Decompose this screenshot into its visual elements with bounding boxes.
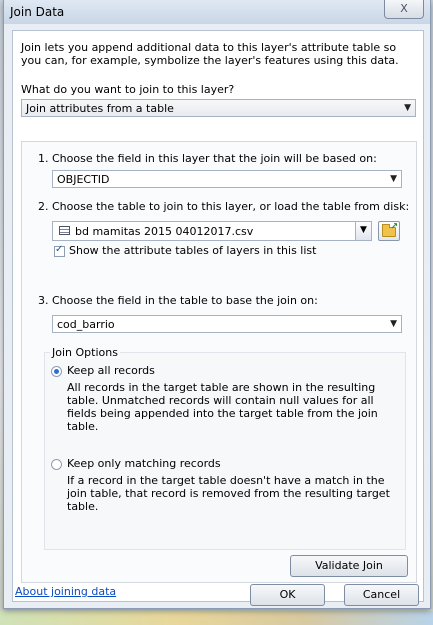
join-type-dropdown[interactable]: Join attributes from a table ▼ bbox=[21, 99, 416, 117]
chevron-down-icon: ▼ bbox=[390, 319, 397, 329]
intro-text: Join lets you append additional data to … bbox=[21, 41, 399, 67]
dialog-title: Join Data bbox=[10, 5, 65, 19]
show-tables-label: Show the attribute tables of layers in t… bbox=[69, 244, 317, 257]
join-type-value: Join attributes from a table bbox=[26, 102, 174, 115]
step1-label: 1. Choose the field in this layer that t… bbox=[38, 152, 377, 165]
layer-field-dropdown[interactable]: OBJECTID ▼ bbox=[52, 170, 402, 188]
keep-matching-radio[interactable] bbox=[51, 459, 62, 470]
keep-matching-description: If a record in the target table doesn't … bbox=[67, 474, 390, 513]
join-question-label: What do you want to join to this layer? bbox=[21, 83, 235, 96]
keep-matching-label: Keep only matching records bbox=[67, 457, 221, 470]
join-table-dropdown[interactable]: bd mamitas 2015 04012017.csv ▼ bbox=[52, 221, 372, 241]
validate-join-button[interactable]: Validate Join bbox=[290, 555, 408, 577]
join-options-group: Join Options Keep all records All record… bbox=[44, 346, 406, 550]
arrow-icon: ↗ bbox=[390, 222, 398, 232]
about-joining-link[interactable]: About joining data bbox=[15, 585, 116, 598]
keep-all-description: All records in the target table are show… bbox=[67, 381, 378, 433]
chevron-down-icon[interactable]: ▼ bbox=[355, 222, 371, 240]
chevron-down-icon: ▼ bbox=[390, 174, 397, 184]
join-table-value: bd mamitas 2015 04012017.csv bbox=[75, 225, 254, 238]
title-bar: Join Data X bbox=[4, 0, 430, 24]
table-field-value: cod_barrio bbox=[57, 318, 115, 331]
keep-all-label: Keep all records bbox=[67, 364, 155, 377]
cancel-button[interactable]: Cancel bbox=[344, 584, 419, 606]
close-button[interactable]: X bbox=[384, 0, 424, 19]
show-tables-checkbox[interactable] bbox=[54, 244, 65, 257]
chevron-down-icon: ▼ bbox=[404, 103, 411, 113]
ok-button[interactable]: OK bbox=[250, 584, 325, 606]
taskbar-strip bbox=[0, 611, 433, 625]
table-icon bbox=[59, 226, 70, 235]
browse-table-button[interactable]: ↗ bbox=[378, 221, 400, 241]
table-field-dropdown[interactable]: cod_barrio ▼ bbox=[52, 315, 402, 333]
close-icon: X bbox=[400, 2, 408, 15]
keep-all-radio[interactable] bbox=[51, 366, 62, 377]
layer-field-value: OBJECTID bbox=[57, 173, 110, 186]
join-options-legend: Join Options bbox=[50, 346, 120, 359]
join-settings-group: 1. Choose the field in this layer that t… bbox=[21, 141, 417, 583]
join-data-dialog: Join Data X Join lets you append additio… bbox=[3, 0, 431, 609]
step3-label: 3. Choose the field in the table to base… bbox=[38, 294, 318, 307]
dialog-body: Join lets you append additional data to … bbox=[12, 30, 424, 606]
step2-label: 2. Choose the table to join to this laye… bbox=[38, 200, 410, 213]
